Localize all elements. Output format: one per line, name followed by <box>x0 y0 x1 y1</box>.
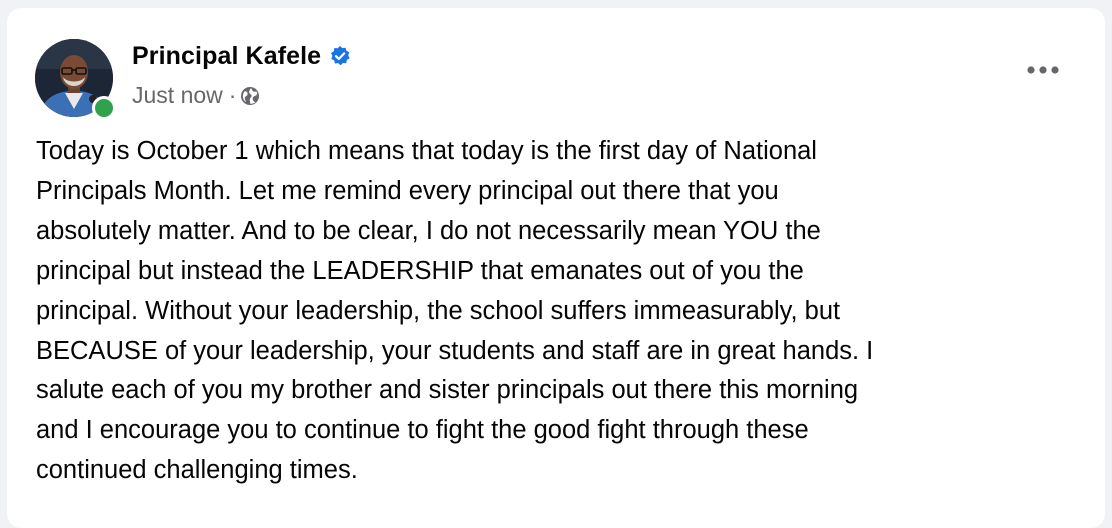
post-header: Principal Kafele Just now · <box>7 8 1105 120</box>
online-status-indicator <box>92 96 116 120</box>
post-timestamp[interactable]: Just now <box>132 82 223 109</box>
verified-badge-icon <box>329 45 351 67</box>
author-name[interactable]: Principal Kafele <box>132 42 321 71</box>
author-name-row: Principal Kafele <box>132 38 351 74</box>
globe-icon[interactable] <box>240 85 260 105</box>
author-avatar[interactable] <box>35 39 116 120</box>
post-body-text: Today is October 1 which means that toda… <box>36 137 874 485</box>
more-options-icon <box>1027 66 1059 74</box>
post-card: Principal Kafele Just now · Today is Oct… <box>7 8 1105 528</box>
more-options-button[interactable] <box>1021 56 1065 84</box>
post-meta: Just now · <box>132 80 260 110</box>
meta-separator: · <box>228 81 237 108</box>
